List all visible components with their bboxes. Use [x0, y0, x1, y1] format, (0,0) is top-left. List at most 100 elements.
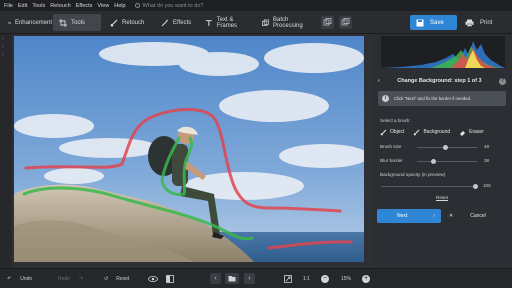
chevron-left-icon: ‹ — [214, 275, 217, 282]
eraser-icon — [460, 130, 466, 136]
blur-border-slider[interactable] — [417, 159, 477, 164]
menu-edit[interactable]: Edit — [18, 3, 27, 9]
blur-border-label: Blur border — [380, 158, 403, 163]
compare-before-button[interactable] — [321, 16, 334, 29]
reset-link[interactable]: Reset — [436, 195, 448, 200]
brush-icon — [414, 129, 420, 135]
menu-help[interactable]: Help — [114, 3, 125, 9]
next-button[interactable]: Next › — [377, 209, 441, 223]
text-icon — [205, 19, 212, 26]
tab-batch-processing[interactable]: Batch Processing — [256, 14, 314, 31]
print-button[interactable]: Print — [461, 15, 505, 30]
background-brush-label: Background — [423, 129, 451, 135]
opacity-value: 100 — [483, 183, 491, 188]
bottom-bar: ↶ Undo Redo ↷ ↺ Reset ‹ › 1:1 − 15% + — [0, 268, 512, 288]
zoom-in-button[interactable]: + — [362, 274, 370, 284]
object-brush-label: Object — [390, 129, 405, 135]
cancel-label: Cancel — [470, 213, 486, 219]
info-icon: i — [382, 95, 389, 102]
chevron-right-icon: › — [433, 213, 435, 219]
folder-icon — [228, 276, 236, 282]
expand-arrow-icon: › — [2, 36, 4, 42]
tab-effects[interactable]: Effects — [155, 14, 195, 31]
menu-tools[interactable]: Tools — [32, 3, 45, 9]
opacity-label: Background opacity (in preview) — [380, 172, 446, 177]
help-icon[interactable]: ? — [498, 77, 506, 85]
floppy-disk-icon — [416, 19, 424, 26]
tab-batch-processing-label: Batch Processing — [273, 16, 303, 29]
magic-wand-icon — [161, 19, 168, 26]
expand-arrow-icon: › — [2, 44, 4, 50]
histogram — [381, 36, 505, 68]
fit-screen-icon — [284, 275, 292, 283]
object-brush-button[interactable]: Object — [380, 127, 404, 137]
next-label: Next — [397, 213, 408, 219]
menu-view[interactable]: View — [97, 3, 109, 9]
image-canvas[interactable] — [12, 34, 374, 268]
sliders-icon — [8, 21, 11, 24]
menu-search[interactable]: What do you want to do? — [134, 2, 204, 9]
undo-button[interactable]: ↶ Undo — [7, 274, 32, 284]
eraser-brush-label: Eraser — [469, 129, 484, 135]
eye-icon — [148, 276, 158, 282]
printer-icon — [465, 19, 474, 27]
undo-icon: ↶ — [7, 276, 12, 282]
chevron-right-icon: › — [248, 275, 251, 282]
tab-retouch-label: Retouch — [122, 19, 145, 26]
zoom-level-value: 15% — [341, 276, 352, 282]
redo-label: Redo — [58, 276, 70, 282]
menu-effects[interactable]: Effects — [76, 3, 93, 9]
save-label: Save — [430, 19, 444, 26]
actual-size-button[interactable]: 1:1 — [303, 274, 310, 284]
tab-retouch[interactable]: Retouch — [104, 14, 152, 31]
menu-bar: File Edit Tools Retouch Effects View Hel… — [0, 0, 512, 11]
fit-to-screen-button[interactable] — [284, 274, 292, 284]
tab-tools-label: Tools — [71, 19, 86, 26]
tab-enhancement[interactable]: Enhancement — [2, 14, 52, 31]
brush-icon — [110, 19, 118, 26]
brush-size-label: Brush size — [380, 144, 402, 149]
opacity-slider[interactable] — [381, 184, 478, 189]
background-brush-button[interactable]: Background — [413, 127, 450, 137]
reset-button[interactable]: ↺ Reset — [104, 274, 129, 284]
preview-toggle[interactable] — [148, 274, 158, 284]
menu-retouch[interactable]: Retouch — [50, 3, 71, 9]
open-folder-button[interactable] — [225, 273, 239, 284]
left-collapse-strip[interactable]: › › › — [0, 34, 12, 268]
back-arrow-icon[interactable]: ‹ — [378, 78, 380, 84]
next-image-button[interactable]: › — [244, 273, 255, 284]
brush-size-slider-knob[interactable] — [443, 145, 448, 150]
crop-icon — [59, 18, 67, 27]
split-view-icon — [341, 18, 350, 26]
zoom-level[interactable]: 15% — [341, 274, 351, 284]
search-placeholder: What do you want to do? — [142, 2, 204, 9]
minus-icon: − — [321, 275, 329, 283]
blur-border-slider-knob[interactable] — [431, 159, 436, 164]
compare-icon — [323, 18, 332, 26]
plus-icon: + — [362, 275, 370, 283]
tab-text-frames[interactable]: Text & Frames — [199, 14, 254, 31]
tab-text-frames-label: Text & Frames — [216, 16, 238, 29]
opacity-slider-knob[interactable] — [473, 184, 478, 189]
previous-image-button[interactable]: ‹ — [210, 273, 221, 284]
photo-preview[interactable] — [14, 36, 364, 262]
expand-arrow-icon: › — [2, 52, 4, 58]
reset-label: Reset — [116, 276, 130, 282]
eraser-brush-button[interactable]: Eraser — [459, 127, 484, 137]
zoom-ratio: 1:1 — [303, 276, 310, 282]
compare-after-button[interactable] — [339, 16, 352, 29]
tab-tools[interactable]: Tools — [53, 14, 101, 31]
brush-size-value: 48 — [484, 144, 490, 149]
split-view-icon — [166, 275, 174, 283]
compare-split-button[interactable] — [166, 274, 174, 284]
redo-button[interactable]: Redo ↷ — [58, 274, 83, 284]
menu-file[interactable]: File — [4, 3, 13, 9]
zoom-out-button[interactable]: − — [321, 274, 329, 284]
print-label: Print — [480, 19, 493, 26]
save-button[interactable]: Save — [410, 15, 457, 30]
cancel-button[interactable]: ✕ Cancel — [445, 209, 507, 223]
change-background-panel: ‹ Change Background: step 1 of 3 ? i Cli… — [375, 34, 512, 268]
brush-size-slider[interactable] — [417, 145, 477, 150]
step-title: Change Background: step 1 of 3 — [397, 78, 482, 84]
search-icon — [134, 3, 140, 8]
